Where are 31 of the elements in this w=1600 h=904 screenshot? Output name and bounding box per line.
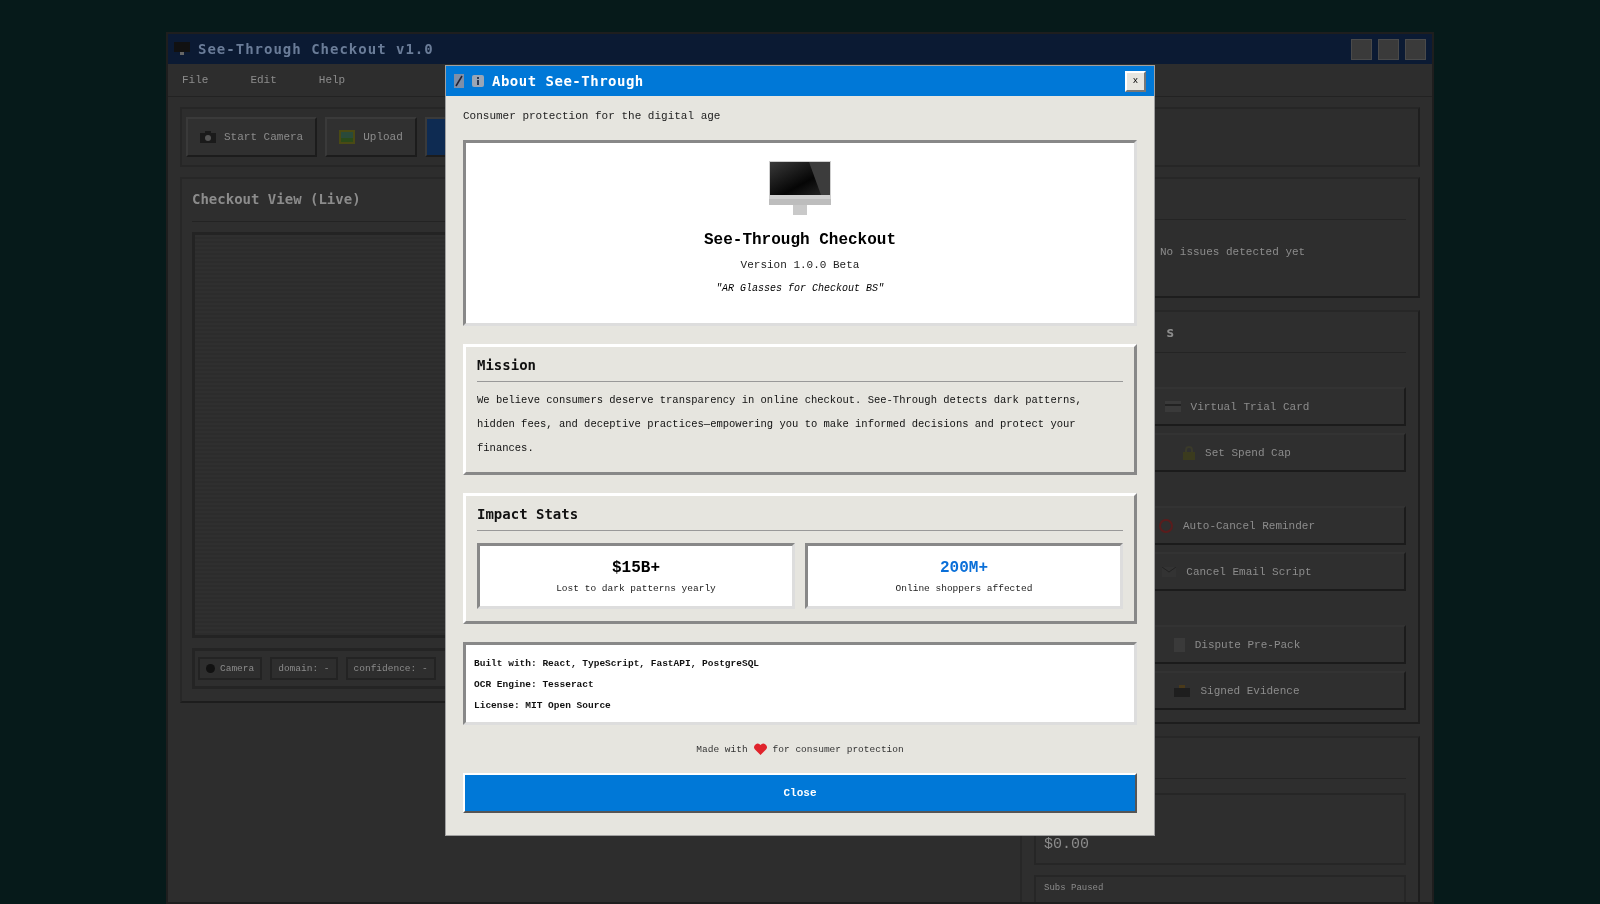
stat-label: Lost to dark patterns yearly	[556, 582, 716, 594]
footer-text: for consumer protection	[772, 743, 904, 755]
footer-text: Made with	[696, 743, 748, 755]
dialog-subtitle: Consumer protection for the digital age	[463, 110, 722, 122]
info-line: OCR Engine: Tesseract	[474, 678, 595, 692]
status-field: Camera	[198, 657, 263, 680]
status-field: domain: -	[270, 657, 338, 680]
stat-value: 200M+	[940, 558, 988, 577]
savings-amount: $0.00	[1044, 836, 1089, 853]
menu-item[interactable]: Edit	[244, 74, 293, 86]
section-title: Impact Stats	[477, 506, 1123, 531]
info-line: Built with: React, TypeScript, FastAPI, PostgreSQL	[474, 657, 761, 671]
window-title: See-Through Checkout v1.0	[198, 41, 434, 57]
menu-item[interactable]: Help	[312, 74, 362, 86]
close-button[interactable]: x	[1125, 70, 1146, 92]
toolbar-button[interactable]: Start Camera	[186, 117, 318, 157]
panel-title: s	[1166, 324, 1175, 340]
version-text: Version 1.0.0 Beta	[740, 259, 860, 271]
menu-item[interactable]: File	[176, 74, 225, 86]
close-button[interactable]: Close	[463, 773, 1137, 813]
toolbar-button[interactable]: Upload	[325, 117, 417, 157]
stat-label: Subs Paused	[1044, 883, 1104, 893]
product-name: See-Through Checkout	[704, 231, 896, 249]
issues-message: No issues detected yet	[1159, 245, 1307, 260]
dialog-title: About See-Through	[492, 73, 644, 89]
stat-value: $15B+	[612, 558, 660, 577]
info-line: License: MIT Open Source	[474, 699, 612, 713]
section-title: Mission	[477, 357, 1123, 382]
status-field: confidence: -	[345, 657, 436, 680]
stat-label: Online shoppers affected	[895, 582, 1033, 594]
tagline: "AR Glasses for Checkout BS"	[716, 283, 884, 294]
